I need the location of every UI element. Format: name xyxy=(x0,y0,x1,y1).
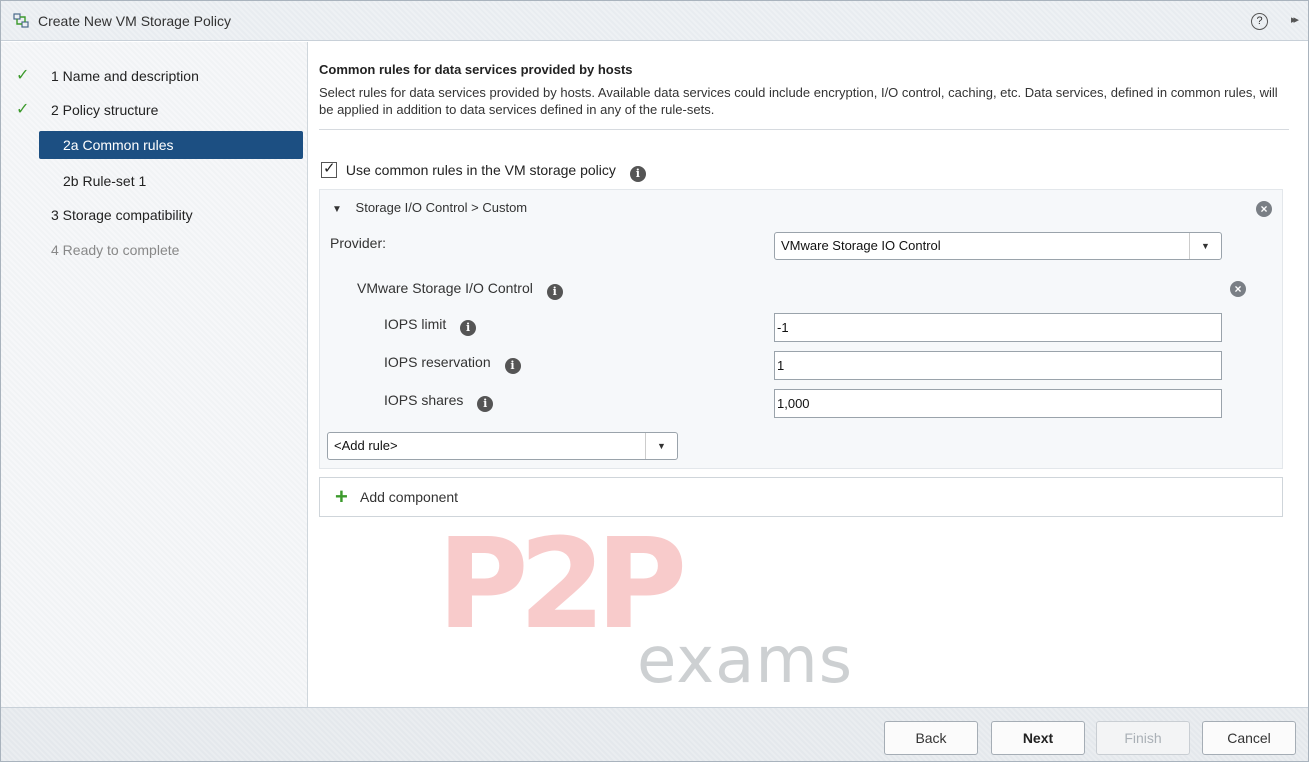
divider xyxy=(319,129,1289,130)
check-icon: ✓ xyxy=(16,101,30,118)
group-label-text: VMware Storage I/O Control xyxy=(357,280,533,296)
step-policy-structure[interactable]: ✓ 2 Policy structure xyxy=(1,96,308,124)
iops-limit-label: IOPS limit i xyxy=(384,316,477,336)
field-label: IOPS reservation xyxy=(384,354,491,370)
window-title: Create New VM Storage Policy xyxy=(38,13,231,29)
footer-bar: Back Next Finish Cancel xyxy=(1,707,1308,761)
group-label: VMware Storage I/O Control i xyxy=(357,280,563,300)
add-component-button[interactable]: + Add component xyxy=(319,477,1283,517)
provider-value: VMware Storage IO Control xyxy=(781,238,941,253)
provider-select[interactable]: VMware Storage IO Control ▼ xyxy=(774,232,1222,260)
section-description: Select rules for data services provided … xyxy=(319,85,1278,117)
chevron-down-icon: ▼ xyxy=(1189,233,1221,259)
rule-header[interactable]: ▼ Storage I/O Control > Custom xyxy=(332,200,527,215)
rule-header-label: Storage I/O Control > Custom xyxy=(355,200,528,215)
info-icon[interactable]: i xyxy=(504,358,521,374)
iops-limit-input[interactable] xyxy=(774,313,1222,342)
collapse-triangle-icon[interactable]: ▼ xyxy=(332,204,342,215)
info-icon[interactable]: i xyxy=(460,320,477,336)
iops-shares-label: IOPS shares i xyxy=(384,392,494,412)
step-label: 2 Policy structure xyxy=(51,102,159,118)
field-label: IOPS shares xyxy=(384,392,464,408)
step-rule-set-1[interactable]: 2b Rule-set 1 xyxy=(1,167,308,195)
info-icon[interactable]: i xyxy=(546,284,563,300)
step-label: 3 Storage compatibility xyxy=(51,207,193,223)
wizard-window: Create New VM Storage Policy ? ▸▸ ✓ 1 Na… xyxy=(0,0,1309,762)
use-common-rules-checkbox[interactable] xyxy=(321,160,337,178)
next-button[interactable]: Next xyxy=(991,721,1085,755)
cancel-button[interactable]: Cancel xyxy=(1202,721,1296,755)
step-name-and-description[interactable]: ✓ 1 Name and description xyxy=(1,62,308,90)
remove-rule-icon[interactable]: × xyxy=(1256,201,1272,217)
step-label: 2a Common rules xyxy=(63,137,174,153)
use-common-rules-label: Use common rules in the VM storage polic… xyxy=(345,162,616,178)
add-rule-value: <Add rule> xyxy=(334,438,398,453)
step-storage-compatibility[interactable]: 3 Storage compatibility xyxy=(1,201,308,229)
back-button[interactable]: Back xyxy=(884,721,978,755)
field-label: IOPS limit xyxy=(384,316,447,332)
wizard-steps-sidebar: ✓ 1 Name and description ✓ 2 Policy stru… xyxy=(1,42,308,707)
main-content: Common rules for data services provided … xyxy=(309,42,1308,707)
iops-reservation-label: IOPS reservation i xyxy=(384,354,521,374)
step-common-rules[interactable]: 2a Common rules xyxy=(39,131,303,159)
section-title: Common rules for data services provided … xyxy=(319,62,633,77)
step-label: 4 Ready to complete xyxy=(51,242,180,258)
use-common-rules-row: Use common rules in the VM storage polic… xyxy=(321,160,646,182)
add-rule-select[interactable]: <Add rule> ▼ xyxy=(327,432,678,460)
step-label: 2b Rule-set 1 xyxy=(63,173,147,189)
chevron-down-icon: ▼ xyxy=(645,433,677,459)
expand-icon[interactable]: ▸▸ xyxy=(1291,13,1299,26)
title-bar: Create New VM Storage Policy ? ▸▸ xyxy=(1,1,1308,41)
watermark-text: exams xyxy=(637,624,854,698)
step-label: 1 Name and description xyxy=(51,68,199,84)
check-icon: ✓ xyxy=(16,67,30,84)
help-icon[interactable]: ? xyxy=(1251,13,1268,30)
info-icon[interactable]: i xyxy=(477,396,494,412)
remove-group-icon[interactable]: × xyxy=(1230,281,1246,297)
iops-reservation-input[interactable] xyxy=(774,351,1222,380)
provider-label: Provider: xyxy=(330,235,387,251)
plus-icon: + xyxy=(335,484,348,509)
step-ready-to-complete: 4 Ready to complete xyxy=(1,236,308,264)
storage-policy-icon xyxy=(13,13,29,28)
info-icon[interactable]: i xyxy=(629,166,646,182)
rule-panel: ▼ Storage I/O Control > Custom × Provide… xyxy=(319,189,1283,469)
finish-button: Finish xyxy=(1096,721,1190,755)
iops-shares-input[interactable] xyxy=(774,389,1222,418)
add-component-label: Add component xyxy=(360,489,459,505)
